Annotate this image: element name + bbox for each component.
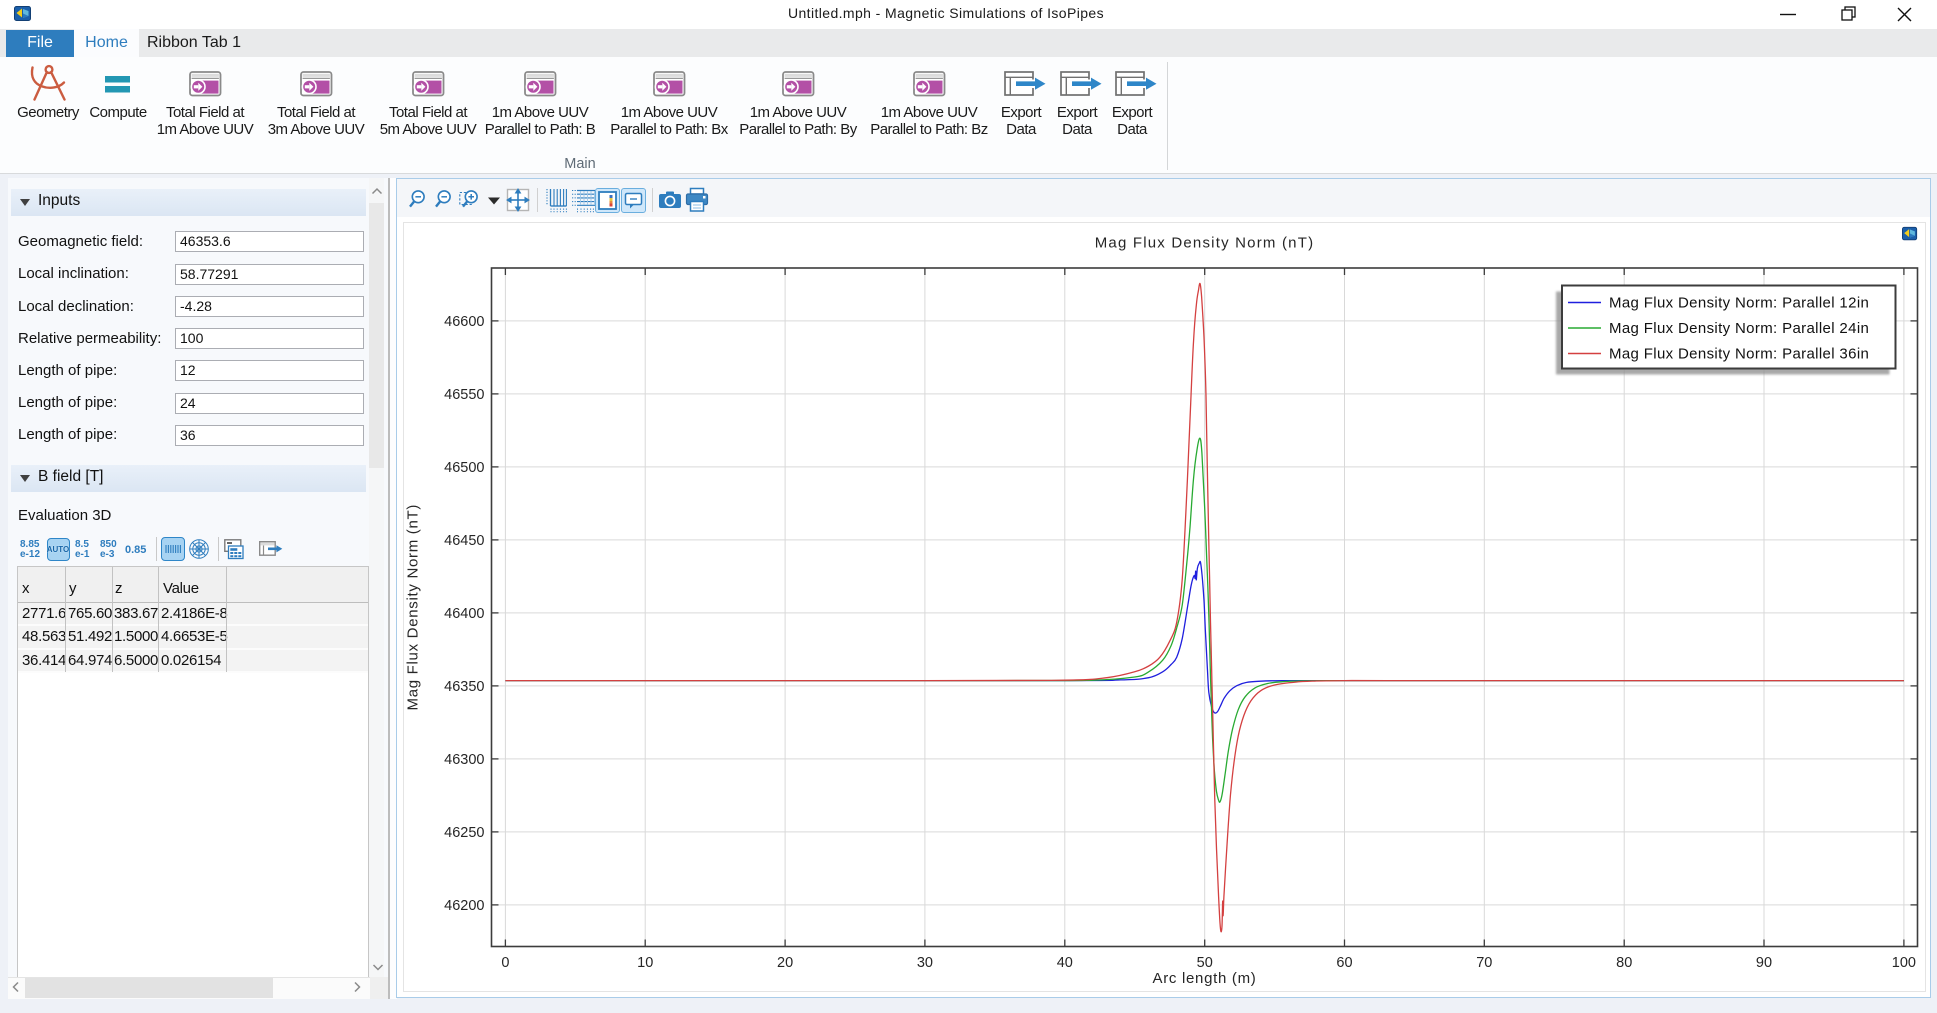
svg-text:46350: 46350 <box>444 679 484 695</box>
svg-text:70: 70 <box>1476 955 1492 971</box>
svg-text:46300: 46300 <box>444 752 484 768</box>
svg-text:Mag Flux Density Norm (nT): Mag Flux Density Norm (nT) <box>405 504 422 711</box>
svg-text:0: 0 <box>501 955 509 971</box>
svg-text:100: 100 <box>1892 955 1916 971</box>
svg-text:30: 30 <box>917 955 933 971</box>
svg-text:90: 90 <box>1756 955 1772 971</box>
svg-text:Mag Flux Density Norm: Paralle: Mag Flux Density Norm: Parallel 12in <box>1609 295 1869 312</box>
svg-text:60: 60 <box>1336 955 1352 971</box>
svg-text:46500: 46500 <box>444 460 484 476</box>
svg-text:10: 10 <box>637 955 653 971</box>
svg-text:80: 80 <box>1616 955 1632 971</box>
svg-text:46450: 46450 <box>444 533 484 549</box>
svg-text:46200: 46200 <box>444 898 484 914</box>
svg-text:Mag Flux Density Norm: Paralle: Mag Flux Density Norm: Parallel 24in <box>1609 320 1869 337</box>
svg-text:20: 20 <box>777 955 793 971</box>
svg-text:40: 40 <box>1057 955 1073 971</box>
svg-text:Mag Flux Density Norm (nT): Mag Flux Density Norm (nT) <box>1095 235 1315 252</box>
svg-text:Mag Flux Density Norm: Paralle: Mag Flux Density Norm: Parallel 36in <box>1609 346 1869 363</box>
svg-text:50: 50 <box>1197 955 1213 971</box>
svg-text:46550: 46550 <box>444 387 484 403</box>
svg-text:46600: 46600 <box>444 314 484 330</box>
svg-text:46400: 46400 <box>444 606 484 622</box>
svg-text:Arc length (m): Arc length (m) <box>1153 970 1257 987</box>
svg-text:46250: 46250 <box>444 825 484 841</box>
